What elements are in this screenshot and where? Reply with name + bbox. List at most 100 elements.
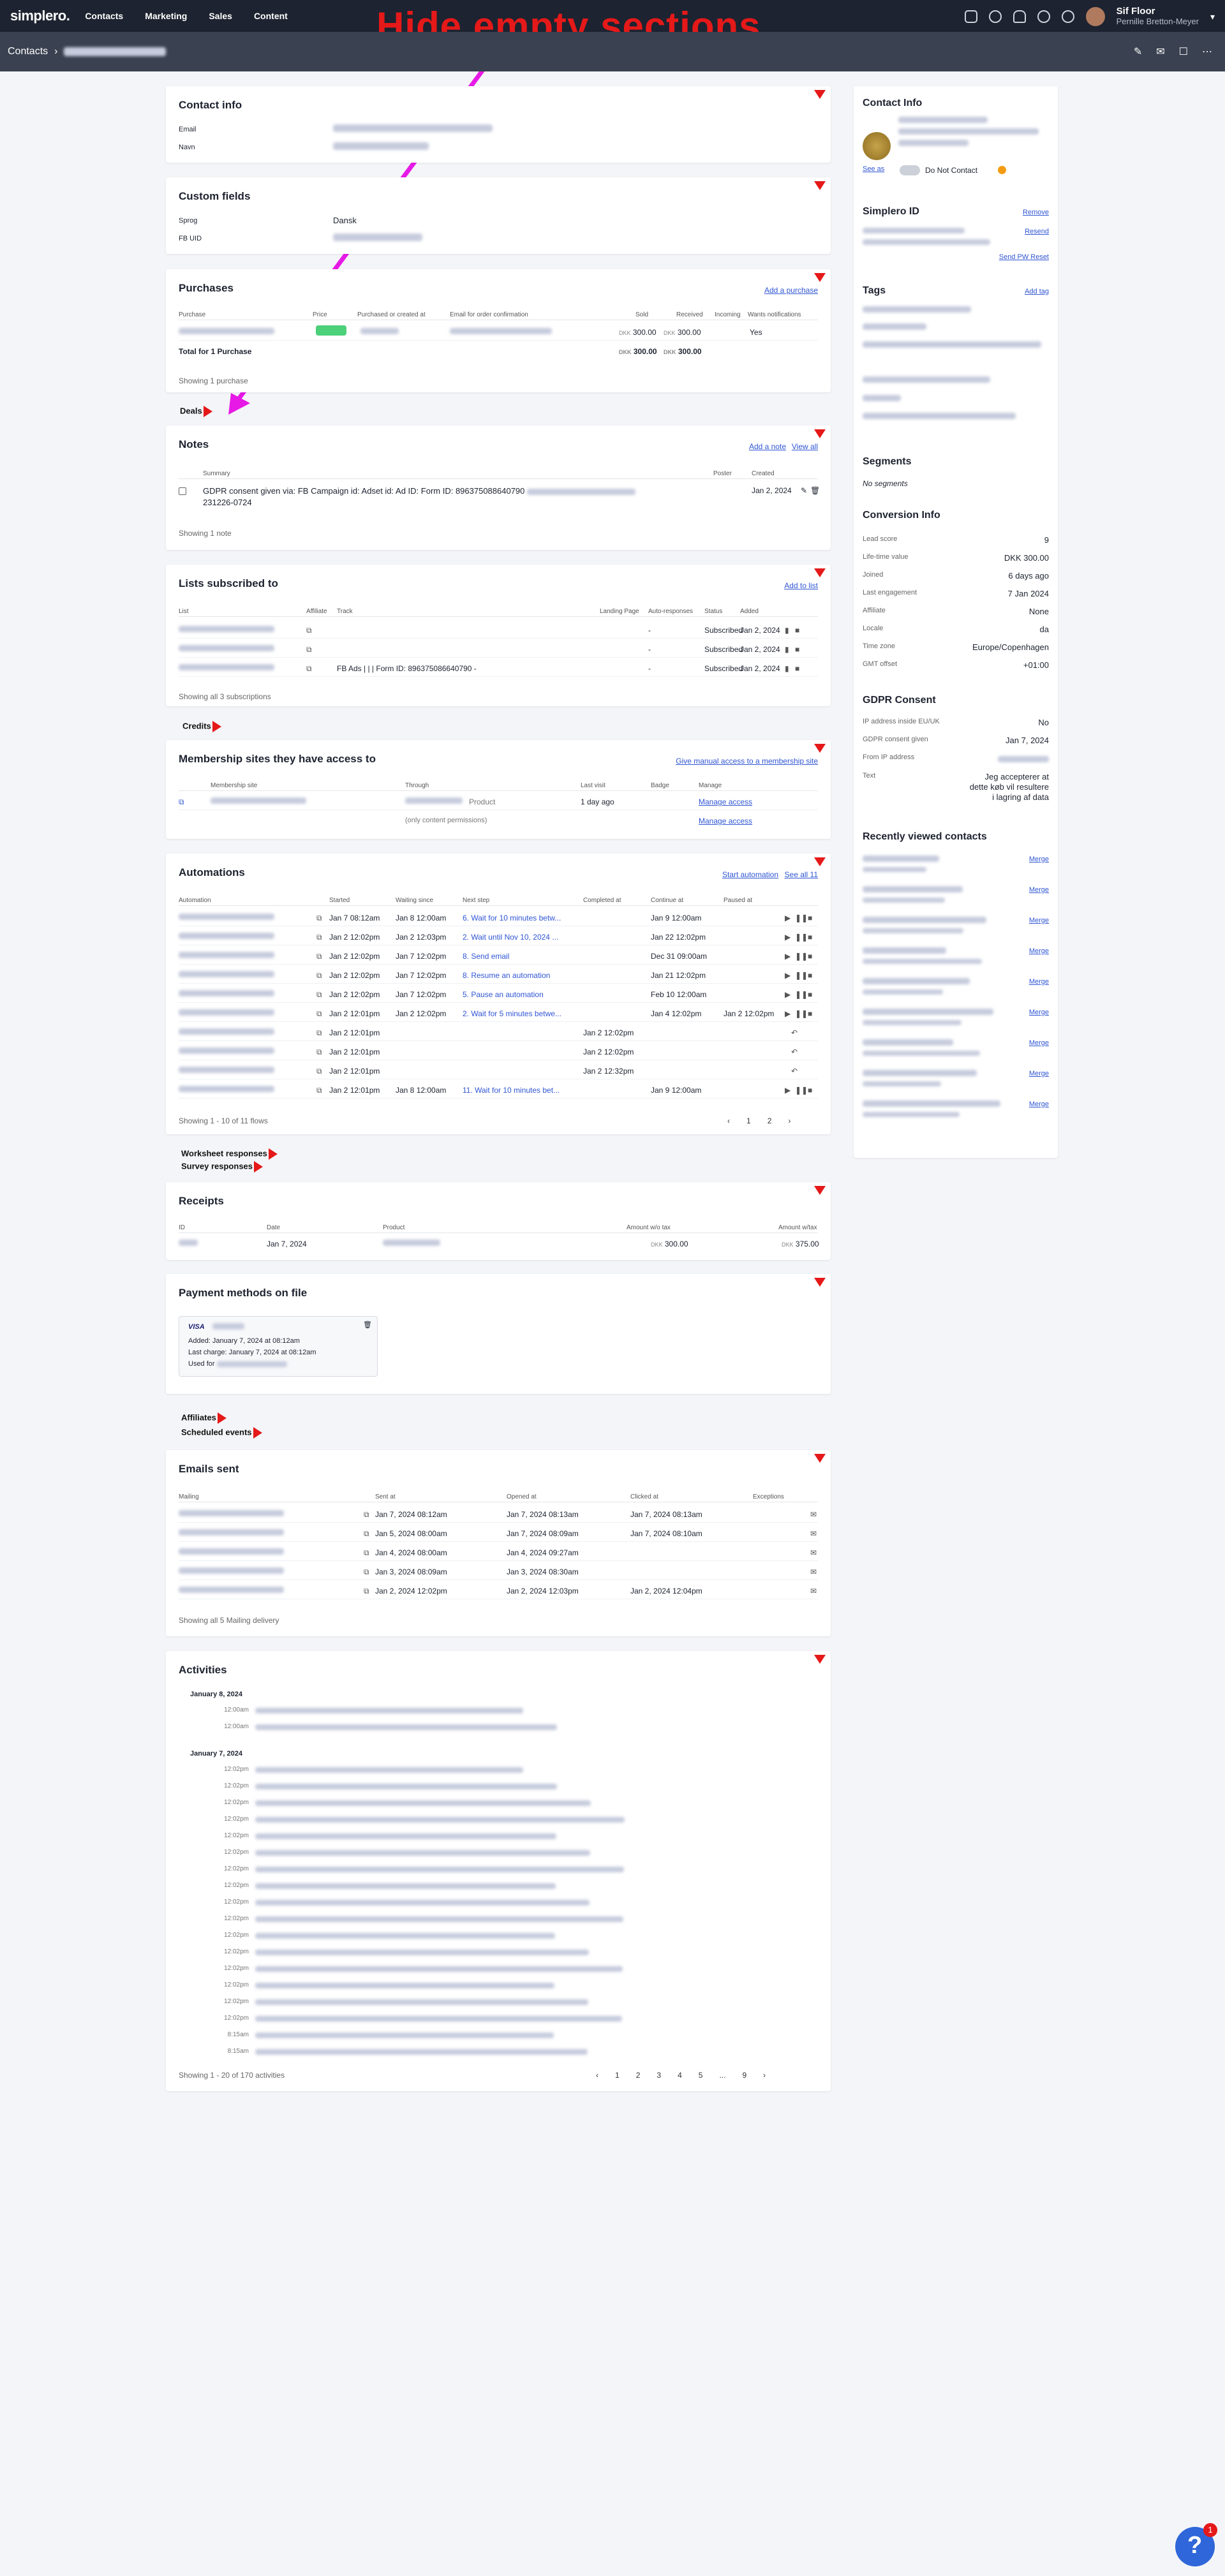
undo-icon[interactable]: ↶ [791, 1028, 798, 1037]
merge-link[interactable]: Merge [1029, 1070, 1049, 1077]
email-icon[interactable]: ✉ [810, 1587, 817, 1595]
page-link[interactable]: 2 [636, 2071, 641, 2080]
pause-icon[interactable]: ❚❚ [795, 990, 808, 999]
pause-icon[interactable]: ❚❚ [795, 971, 808, 980]
next-step[interactable]: 8. Send email [463, 952, 509, 961]
send-pw-reset-link[interactable]: Send PW Reset [999, 253, 1049, 261]
external-link-icon[interactable]: ⧉ [364, 1548, 369, 1558]
automation-name[interactable] [179, 1028, 274, 1035]
external-link-icon[interactable]: ⧉ [316, 1028, 322, 1038]
external-link-icon[interactable]: ⧉ [316, 1047, 322, 1057]
play-icon[interactable]: ▶ [785, 914, 791, 922]
list-name[interactable] [179, 645, 274, 651]
stop-icon[interactable]: ■ [808, 914, 812, 922]
external-link-icon[interactable]: ⧉ [364, 1510, 369, 1520]
play-icon[interactable]: ▶ [785, 933, 791, 942]
merge-link[interactable]: Merge [1029, 917, 1049, 924]
mailing-name[interactable] [179, 1548, 284, 1555]
automation-name[interactable] [179, 952, 274, 958]
external-link-icon[interactable]: ⧉ [316, 990, 322, 1000]
help-icon[interactable] [998, 166, 1006, 174]
automation-name[interactable] [179, 933, 274, 939]
recent-contact-name[interactable] [863, 1039, 953, 1046]
stop-icon[interactable]: ■ [808, 971, 812, 980]
mailing-name[interactable] [179, 1587, 284, 1593]
recent-contact-name[interactable] [863, 886, 963, 892]
undo-icon[interactable]: ↶ [791, 1067, 798, 1076]
automation-name[interactable] [179, 1067, 274, 1073]
inbox-icon[interactable]: ☐ [1179, 45, 1188, 58]
merge-link[interactable]: Merge [1029, 978, 1049, 986]
external-link-icon[interactable]: ⧉ [179, 797, 184, 807]
page-link[interactable]: › [763, 2071, 766, 2080]
merge-link[interactable]: Merge [1029, 1100, 1049, 1108]
merge-link[interactable]: Merge [1029, 947, 1049, 955]
recent-contact-name[interactable] [863, 917, 986, 923]
add-note-link[interactable]: Add a note [749, 442, 786, 451]
external-link-icon[interactable]: ⧉ [364, 1587, 369, 1596]
pause-icon[interactable]: ❚❚ [795, 952, 808, 961]
mailing-name[interactable] [179, 1567, 284, 1574]
stop-icon[interactable]: ■ [808, 1086, 812, 1095]
page-link[interactable]: › [788, 1116, 791, 1125]
page-link[interactable]: ... [719, 2071, 725, 2080]
external-link-icon[interactable]: ⧉ [364, 1567, 369, 1577]
automation-name[interactable] [179, 990, 274, 996]
note-summary[interactable]: GDPR consent given via: FB Campaign id: … [203, 486, 636, 496]
page-link[interactable]: ‹ [596, 2071, 598, 2080]
pause-icon[interactable]: ❚❚ [795, 1086, 808, 1095]
page-link[interactable]: ‹ [727, 1116, 730, 1125]
page-link[interactable]: 5 [699, 2071, 703, 2080]
next-step[interactable]: 8. Resume an automation [463, 971, 550, 980]
external-link-icon[interactable]: ⧉ [316, 1067, 322, 1076]
pause-icon[interactable]: ❚❚ [795, 914, 808, 922]
stop-icon[interactable]: ■ [808, 990, 812, 999]
external-link-icon[interactable]: ⧉ [306, 645, 312, 655]
remove-link[interactable]: Remove [1023, 209, 1049, 216]
see-all-automations-link[interactable]: See all 11 [785, 870, 818, 879]
stop-icon[interactable]: ■ [795, 626, 799, 635]
play-icon[interactable]: ▶ [785, 990, 791, 999]
pause-icon[interactable]: ❚❚ [795, 933, 808, 942]
play-icon[interactable]: ▶ [785, 1009, 791, 1018]
edit-icon[interactable]: ✎ [801, 486, 807, 495]
stop-icon[interactable]: ■ [808, 933, 812, 942]
merge-link[interactable]: Merge [1029, 886, 1049, 894]
give-access-link[interactable]: Give manual access to a membership site [676, 757, 818, 766]
merge-link[interactable]: Merge [1029, 1039, 1049, 1047]
recent-contact-name[interactable] [863, 855, 939, 862]
pause-icon[interactable]: ▮ [785, 645, 789, 654]
recent-contact-name[interactable] [863, 1070, 977, 1076]
play-icon[interactable]: ▶ [785, 1086, 791, 1095]
mailing-name[interactable] [179, 1510, 284, 1516]
page-link[interactable]: 1 [746, 1116, 751, 1125]
pause-icon[interactable]: ▮ [785, 664, 789, 673]
external-link-icon[interactable]: ⧉ [316, 971, 322, 981]
automation-name[interactable] [179, 914, 274, 920]
view-all-notes-link[interactable]: View all [792, 442, 818, 451]
trash-icon[interactable]: 🗑 [810, 486, 820, 495]
merge-link[interactable]: Merge [1029, 855, 1049, 863]
more-icon[interactable]: ⋯ [1202, 45, 1212, 58]
recent-contact-name[interactable] [863, 1100, 1000, 1107]
email-icon[interactable]: ✉ [1156, 45, 1164, 58]
undo-icon[interactable]: ↶ [791, 1047, 798, 1056]
recent-contact-name[interactable] [863, 1009, 993, 1015]
receipt-id[interactable] [179, 1240, 198, 1246]
resend-link[interactable]: Resend [1025, 228, 1049, 235]
play-icon[interactable]: ▶ [785, 971, 791, 980]
stop-icon[interactable]: ■ [808, 1009, 812, 1018]
external-link-icon[interactable]: ⧉ [306, 626, 312, 635]
external-link-icon[interactable]: ⧉ [316, 933, 322, 942]
edit-icon[interactable]: ✎ [1134, 45, 1142, 58]
add-tag-link[interactable]: Add tag [1025, 288, 1049, 295]
external-link-icon[interactable]: ⧉ [316, 914, 322, 923]
external-link-icon[interactable]: ⧉ [316, 952, 322, 961]
external-link-icon[interactable]: ⧉ [316, 1009, 322, 1019]
list-name[interactable] [179, 626, 274, 632]
automation-name[interactable] [179, 1047, 274, 1054]
automation-name[interactable] [179, 1086, 274, 1092]
add-purchase-link[interactable]: Add a purchase [764, 286, 818, 295]
see-as-link[interactable]: See as [863, 165, 884, 173]
email-icon[interactable]: ✉ [810, 1510, 817, 1519]
